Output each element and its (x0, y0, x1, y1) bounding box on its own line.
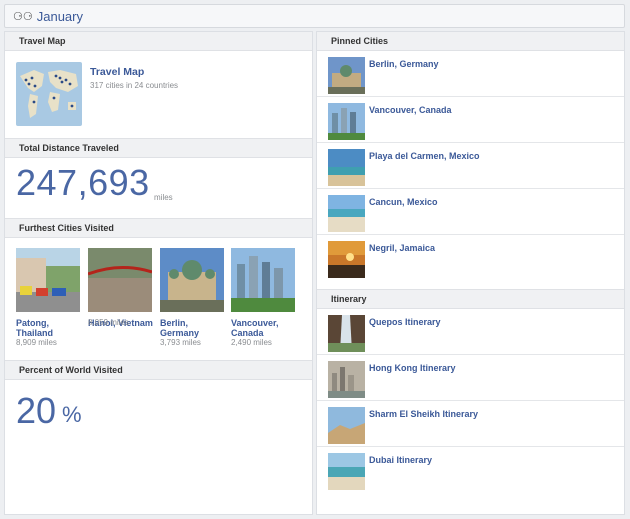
city-name-line2[interactable]: Germany (160, 328, 199, 338)
travel-map-section: Travel Map 317 cities in 24 countries (5, 51, 312, 138)
distance-section: 247,693 miles (5, 158, 312, 218)
percent-section: 20 % (5, 380, 312, 450)
city-name-line1[interactable]: Patong, (16, 318, 49, 328)
itinerary-link[interactable]: Quepos Itinerary (369, 317, 441, 327)
berlin-thumbnail[interactable] (328, 57, 365, 94)
header-bar: ⚆⚆ January (4, 4, 625, 28)
furthest-section: Patong, Thailand 8,909 miles Hanoi, Vietn… (5, 238, 312, 360)
distance-value: 247,693 (16, 162, 150, 203)
furthest-city-name[interactable]: Vancouver, Canada (231, 318, 297, 338)
vancouver-photo[interactable] (231, 248, 295, 312)
owl-logo-icon: ⚆⚆ (13, 9, 33, 23)
spacer (317, 280, 624, 289)
itinerary-heading: Itinerary (317, 290, 624, 309)
berlin-photo[interactable] (160, 248, 224, 312)
pinned-city-link[interactable]: Berlin, Germany (369, 59, 439, 69)
itinerary-link[interactable]: Sharm El Sheikh Itinerary (369, 409, 478, 419)
cancun-thumbnail[interactable] (328, 195, 365, 232)
travel-map-heading: Travel Map (5, 32, 312, 51)
pinned-city-item[interactable]: Playa del Carmen, Mexico (317, 143, 624, 189)
sharm-thumbnail[interactable] (328, 407, 365, 444)
pinned-heading: Pinned Cities (317, 32, 624, 51)
itinerary-link[interactable]: Hong Kong Itinerary (369, 363, 456, 373)
hanoi-photo[interactable] (88, 248, 152, 312)
travel-map-thumbnail[interactable] (16, 62, 82, 126)
travel-map-link[interactable]: Travel Map (90, 66, 144, 78)
percent-symbol: % (62, 402, 82, 427)
page-title[interactable]: January (37, 9, 83, 24)
pinned-city-link[interactable]: Vancouver, Canada (369, 105, 452, 115)
itinerary-item[interactable]: Dubai Itinerary (317, 447, 624, 492)
furthest-city-miles: 2,490 miles (231, 338, 272, 347)
pinned-city-link[interactable]: Negril, Jamaica (369, 243, 435, 253)
pinned-city-link[interactable]: Playa del Carmen, Mexico (369, 151, 480, 161)
distance-heading: Total Distance Traveled (5, 139, 312, 158)
pinned-city-item[interactable]: Negril, Jamaica (317, 235, 624, 280)
itinerary-item[interactable]: Quepos Itinerary (317, 309, 624, 355)
furthest-city-miles: 3,793 miles (160, 338, 201, 347)
patong-photo[interactable] (16, 248, 80, 312)
pinned-city-item[interactable]: Vancouver, Canada (317, 97, 624, 143)
percent-heading: Percent of World Visited (5, 361, 312, 380)
dubai-thumbnail[interactable] (328, 453, 365, 490)
playa-thumbnail[interactable] (328, 149, 365, 186)
furthest-city-card[interactable]: Patong, Thailand 8,909 miles (16, 248, 82, 348)
hong-kong-thumbnail[interactable] (328, 361, 365, 398)
city-name-line2[interactable]: Thailand (16, 328, 53, 338)
pinned-city-link[interactable]: Cancun, Mexico (369, 197, 438, 207)
quepos-thumbnail[interactable] (328, 315, 365, 352)
itinerary-link[interactable]: Dubai Itinerary (369, 455, 432, 465)
furthest-heading: Furthest Cities Visited (5, 219, 312, 238)
pinned-city-item[interactable]: Cancun, Mexico (317, 189, 624, 235)
right-column: Pinned Cities Berlin, Germany Vancouver,… (316, 31, 625, 515)
furthest-city-card[interactable]: Berlin, Germany 3,793 miles (160, 248, 226, 348)
furthest-city-card[interactable]: Hanoi, Vietnam 8,059 miles (88, 248, 154, 328)
city-name-line1[interactable]: Vancouver, (231, 318, 279, 328)
furthest-city-miles: 8,909 miles (16, 338, 57, 347)
city-name-line1[interactable]: Berlin, (160, 318, 188, 328)
travel-map-subtitle: 317 cities in 24 countries (90, 81, 179, 90)
itinerary-item[interactable]: Sharm El Sheikh Itinerary (317, 401, 624, 447)
furthest-city-name[interactable]: Berlin, Germany (160, 318, 226, 338)
itinerary-item[interactable]: Hong Kong Itinerary (317, 355, 624, 401)
left-column: Travel Map Travel Map 317 cities in 24 c… (4, 31, 313, 515)
furthest-city-name[interactable]: Patong, Thailand (16, 318, 82, 338)
pinned-city-item[interactable]: Berlin, Germany (317, 51, 624, 97)
negril-thumbnail[interactable] (328, 241, 365, 278)
vancouver-thumbnail[interactable] (328, 103, 365, 140)
furthest-city-card[interactable]: Vancouver, Canada 2,490 miles (231, 248, 297, 348)
page: ⚆⚆ January Travel Map Travel Map 317 cit… (0, 0, 630, 519)
distance-unit: miles (154, 193, 173, 202)
percent-value: 20 (16, 390, 57, 431)
city-name-line2[interactable]: Canada (231, 328, 264, 338)
